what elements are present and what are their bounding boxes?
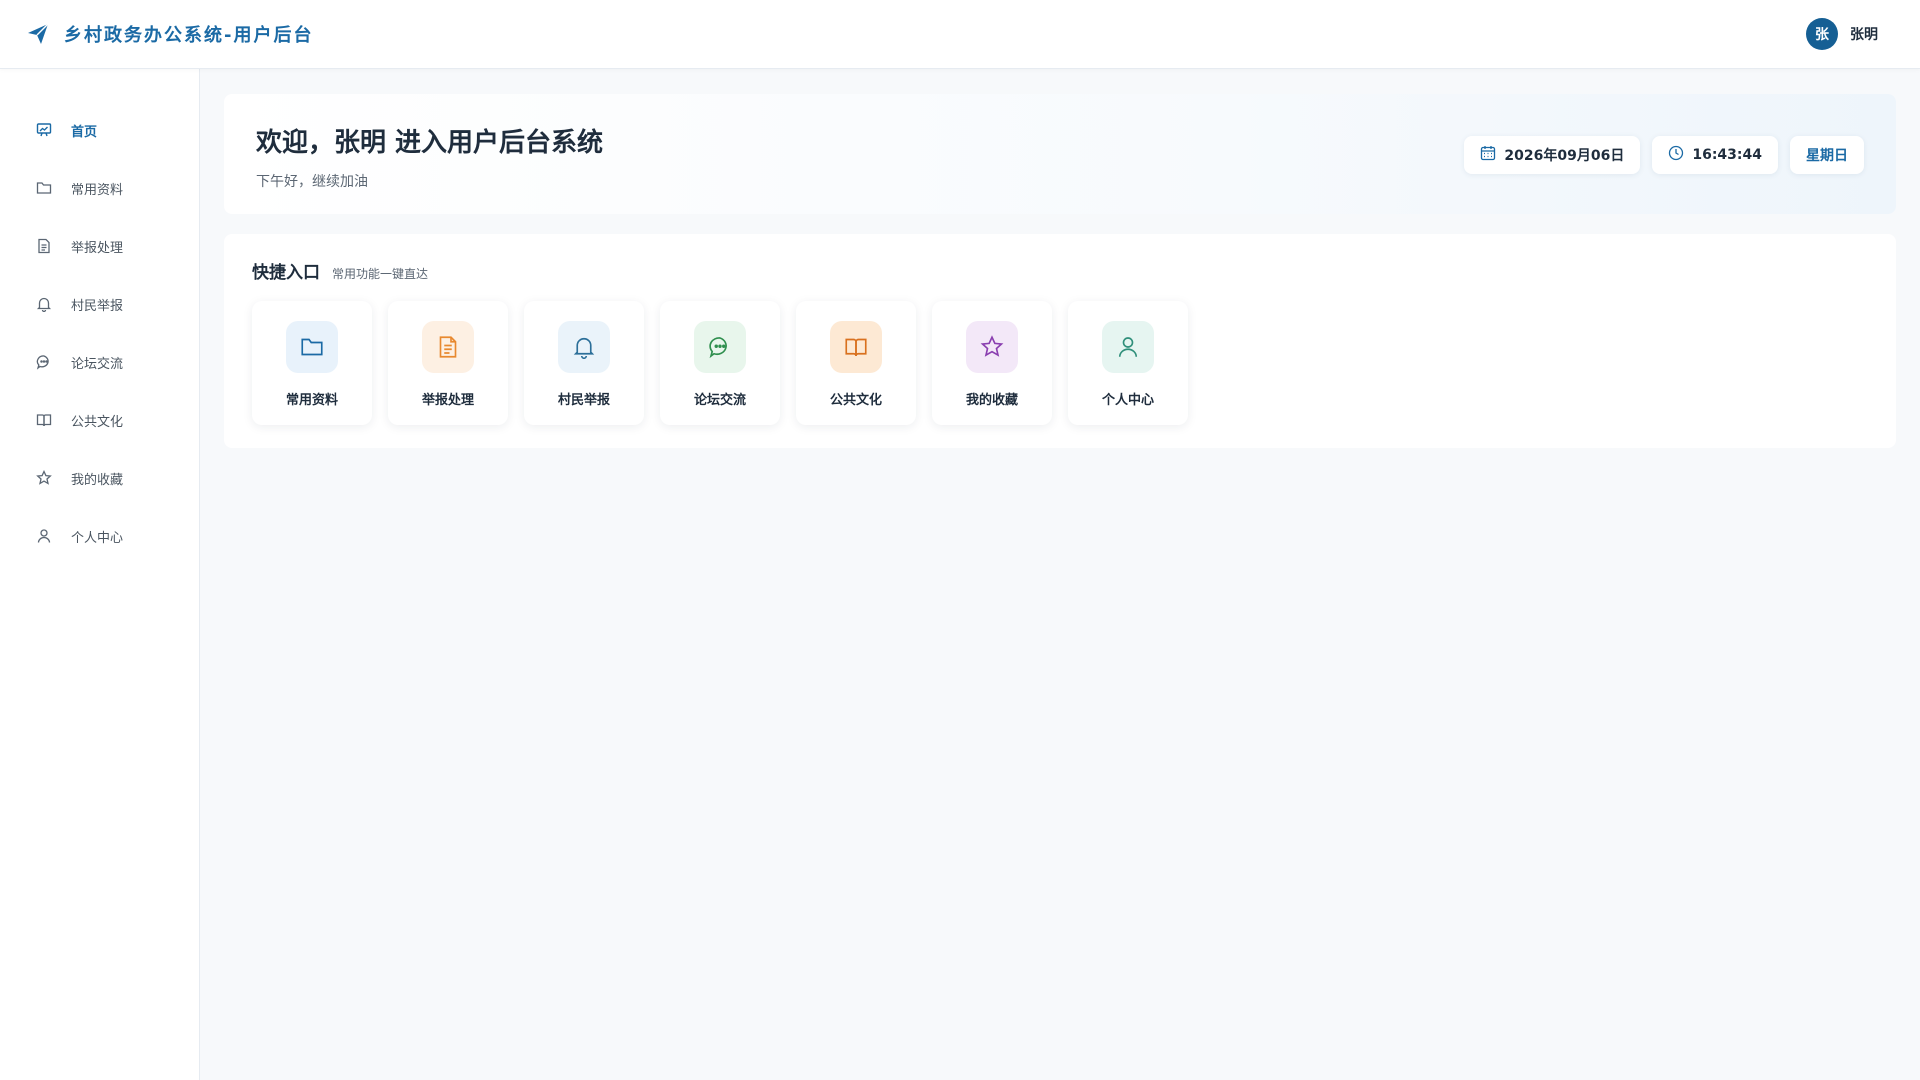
welcome-card: 欢迎，张明 进入用户后台系统 下午好，继续加油 2026年09月06日 16:4…	[224, 94, 1896, 214]
avatar[interactable]: 张	[1806, 18, 1838, 50]
sidebar-item-favorites[interactable]: 我的收藏	[0, 449, 199, 507]
quick-tile-label: 论坛交流	[693, 393, 746, 408]
quick-tile-materials[interactable]: 常用资料	[252, 301, 372, 425]
star-icon	[35, 469, 53, 487]
sidebar-item-home[interactable]: 首页	[0, 101, 199, 159]
sidebar-item-label: 论坛交流	[71, 356, 124, 372]
quick-tile-villager-report[interactable]: 村民举报	[524, 301, 644, 425]
clock-icon	[1668, 145, 1684, 165]
quick-tile-report-handling[interactable]: 举报处理	[388, 301, 508, 425]
sidebar-item-label: 我的收藏	[71, 472, 124, 488]
document-icon	[422, 321, 474, 373]
quick-tile-label: 我的收藏	[965, 393, 1018, 408]
datetime-chips: 2026年09月06日 16:43:44 星期日	[1464, 136, 1864, 174]
calendar-icon	[1480, 145, 1496, 165]
sidebar-item-label: 举报处理	[71, 240, 124, 256]
sidebar-item-profile[interactable]: 个人中心	[0, 507, 199, 565]
date-text: 2026年09月06日	[1504, 148, 1625, 164]
presentation-chart-icon	[35, 121, 53, 139]
quick-access-title: 快捷入口	[252, 263, 320, 283]
star-icon	[966, 321, 1018, 373]
time-chip: 16:43:44	[1652, 136, 1778, 174]
paper-plane-icon	[26, 22, 50, 46]
welcome-subtitle: 下午好，继续加油	[256, 174, 368, 190]
weekday-chip: 星期日	[1790, 136, 1864, 174]
quick-access-header: 快捷入口 常用功能一键直达	[252, 258, 1868, 283]
quick-tile-label: 常用资料	[285, 393, 338, 408]
quick-tile-favorites[interactable]: 我的收藏	[932, 301, 1052, 425]
sidebar-item-label: 首页	[71, 124, 98, 140]
sidebar-item-villager-report[interactable]: 村民举报	[0, 275, 199, 333]
quick-tile-label: 举报处理	[421, 393, 474, 408]
user-icon	[35, 527, 53, 545]
bell-icon	[558, 321, 610, 373]
user-menu[interactable]: 张 张明	[1806, 18, 1878, 50]
date-chip: 2026年09月06日	[1464, 136, 1641, 174]
sidebar-item-forum[interactable]: 论坛交流	[0, 333, 199, 391]
brand[interactable]: 乡村政务办公系统-用户后台	[26, 21, 313, 47]
quick-access-panel: 快捷入口 常用功能一键直达 常用资料 举报处理 村民举报 论坛交流 公共文化 我…	[224, 234, 1896, 448]
sidebar-item-label: 常用资料	[71, 182, 124, 198]
book-icon	[830, 321, 882, 373]
book-icon	[35, 411, 53, 429]
bell-icon	[35, 295, 53, 313]
quick-access-subtitle: 常用功能一键直达	[332, 267, 429, 281]
quick-tile-label: 村民举报	[557, 393, 610, 408]
folder-icon	[286, 321, 338, 373]
sidebar-item-label: 公共文化	[71, 414, 124, 430]
quick-tile-forum[interactable]: 论坛交流	[660, 301, 780, 425]
app-title: 乡村政务办公系统-用户后台	[64, 25, 314, 46]
user-name[interactable]: 张明	[1850, 24, 1878, 44]
chat-bubble-icon	[35, 353, 53, 371]
sidebar-item-label: 村民举报	[71, 298, 124, 314]
sidebar: 首页 常用资料 举报处理 村民举报 论坛交流 公共文化 我的收藏 个人中心	[0, 69, 200, 1080]
quick-tile-culture[interactable]: 公共文化	[796, 301, 916, 425]
folder-icon	[35, 179, 53, 197]
sidebar-item-label: 个人中心	[71, 530, 124, 546]
document-icon	[35, 237, 53, 255]
time-text: 16:43:44	[1692, 147, 1762, 163]
weekday-text: 星期日	[1806, 148, 1848, 164]
sidebar-item-materials[interactable]: 常用资料	[0, 159, 199, 217]
quick-access-tiles: 常用资料 举报处理 村民举报 论坛交流 公共文化 我的收藏 个人中心	[252, 301, 1868, 425]
sidebar-item-culture[interactable]: 公共文化	[0, 391, 199, 449]
chat-bubble-icon	[694, 321, 746, 373]
quick-tile-label: 公共文化	[829, 393, 882, 408]
quick-tile-label: 个人中心	[1101, 393, 1154, 408]
user-icon	[1102, 321, 1154, 373]
top-header: 乡村政务办公系统-用户后台 张 张明	[0, 0, 1920, 69]
sidebar-item-report-handling[interactable]: 举报处理	[0, 217, 199, 275]
quick-tile-profile[interactable]: 个人中心	[1068, 301, 1188, 425]
